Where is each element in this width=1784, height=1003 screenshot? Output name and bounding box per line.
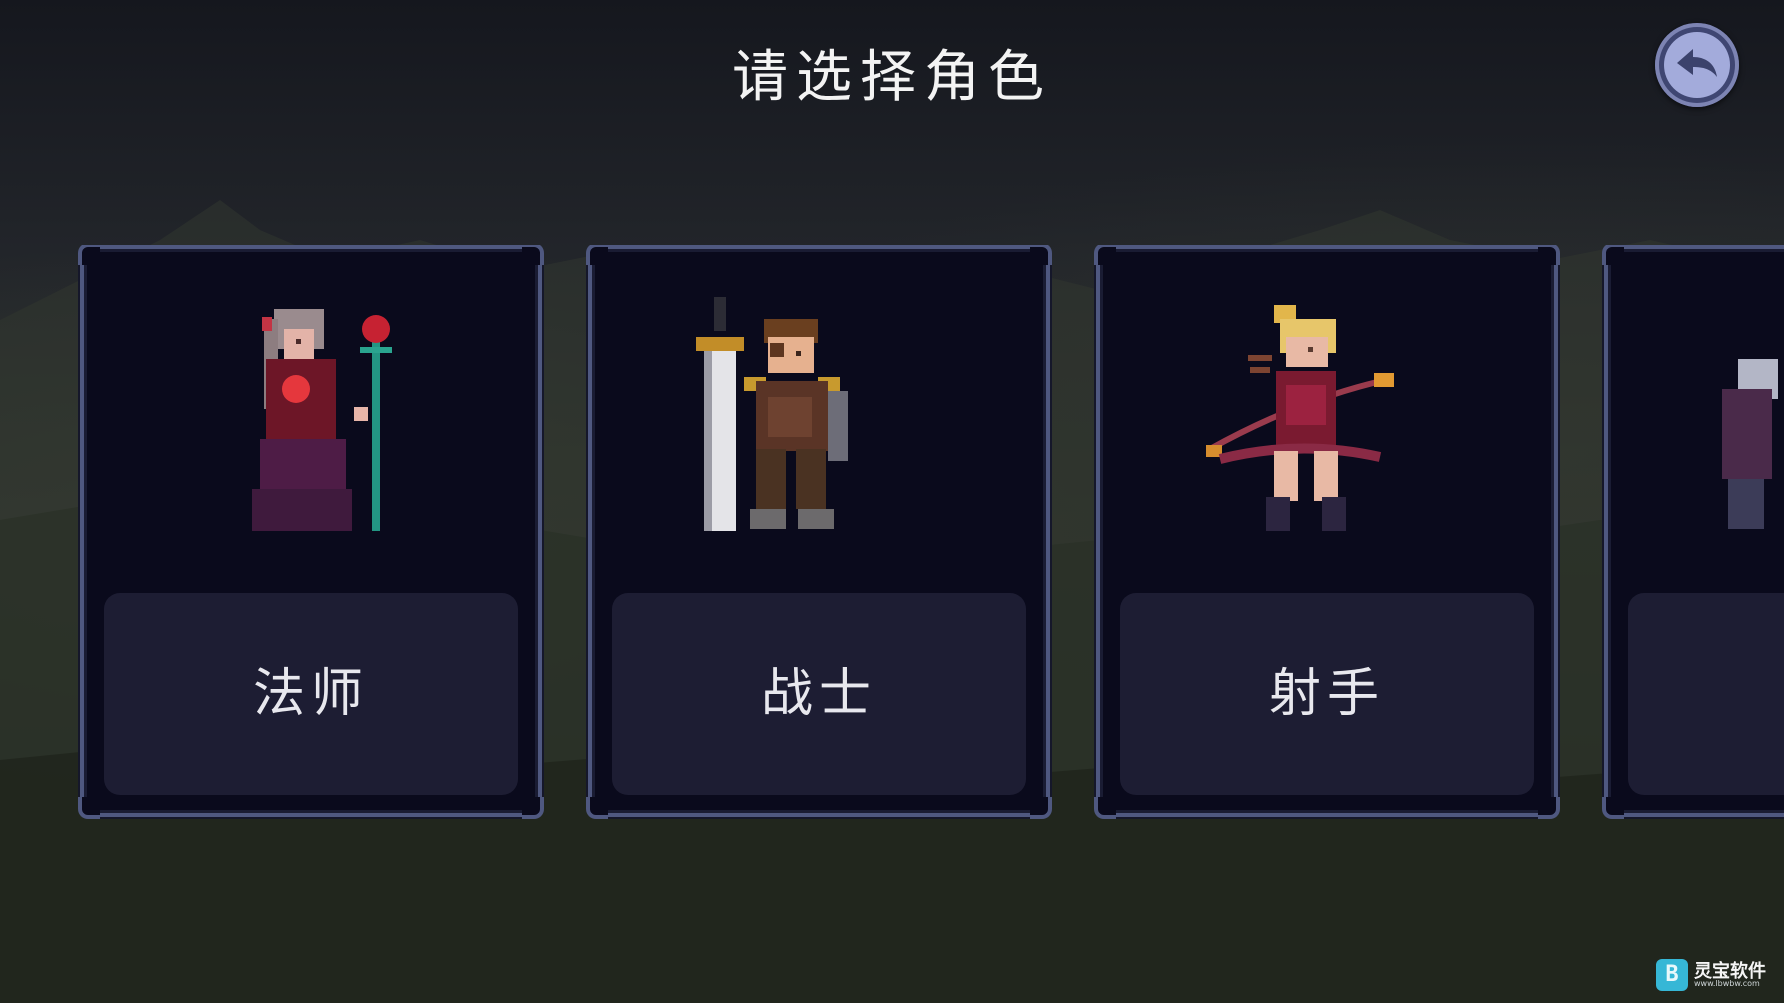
page-title: 请选择角色 <box>732 45 1052 110</box>
back-arrow-icon <box>1677 49 1717 77</box>
character-label-box: 射手 <box>1120 593 1534 795</box>
watermark-logo-icon: B <box>1656 959 1688 991</box>
character-card-warrior[interactable]: 战士 <box>586 245 1052 819</box>
character-name <box>1628 593 1784 795</box>
character-label-box: 法师 <box>104 593 518 795</box>
character-name: 射手 <box>1268 664 1385 724</box>
character-card-partial[interactable] <box>1602 245 1784 819</box>
character-name: 战士 <box>760 664 877 724</box>
back-button[interactable] <box>1655 23 1739 107</box>
partial-character-sprite <box>1722 359 1778 529</box>
watermark: B 灵宝软件 www.lbwbw.com <box>1656 957 1776 993</box>
character-label-box <box>1628 593 1784 795</box>
character-name: 法师 <box>252 664 369 724</box>
mage-sprite <box>252 309 392 531</box>
warrior-sprite <box>696 297 848 531</box>
character-card-mage[interactable]: 法师 <box>78 245 544 819</box>
character-card-archer[interactable]: 射手 <box>1094 245 1560 819</box>
watermark-url: www.lbwbw.com <box>1694 979 1760 988</box>
archer-sprite <box>1206 305 1394 531</box>
character-label-box: 战士 <box>612 593 1026 795</box>
character-carousel[interactable]: 法师 战士 射手 <box>0 245 1784 820</box>
